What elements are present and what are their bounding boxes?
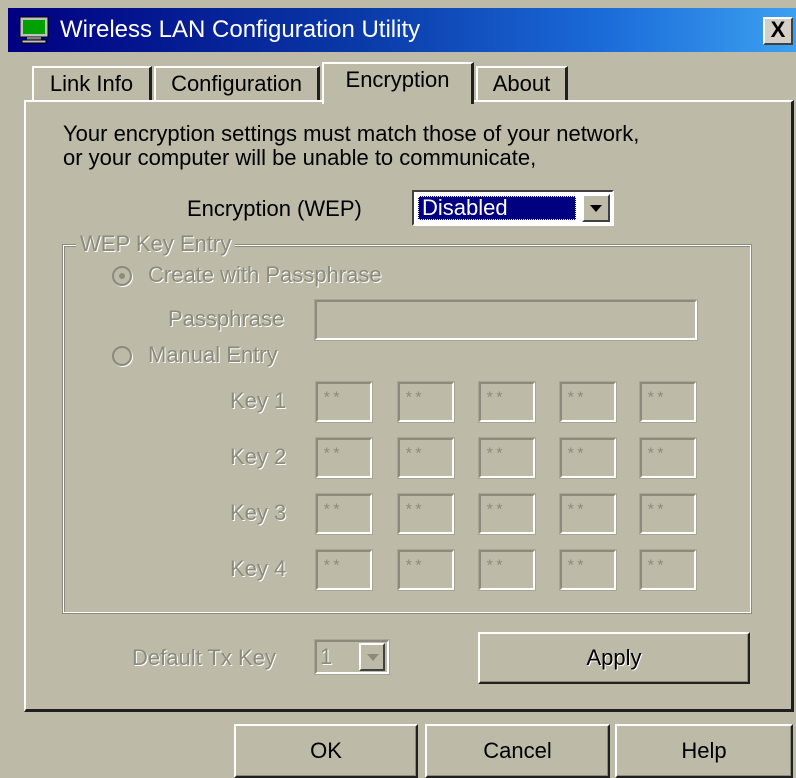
chevron-down-icon: [367, 654, 379, 661]
encryption-description-line1: Your encryption settings must match thos…: [63, 121, 640, 146]
key-field-value: **: [322, 446, 342, 464]
key-field[interactable]: **: [639, 549, 697, 591]
key-field[interactable]: **: [559, 549, 617, 591]
encryption-wep-label: Encryption (WEP): [187, 196, 362, 221]
manual-entry-label: Manual Entry: [148, 342, 278, 367]
key-label: Key 4: [230, 556, 287, 581]
default-tx-key-value: 1: [320, 644, 333, 669]
key-field-value: **: [485, 558, 505, 576]
key-field[interactable]: **: [478, 381, 536, 423]
key-field[interactable]: **: [315, 381, 373, 423]
key-field-value: **: [566, 390, 586, 408]
key-field-value: **: [646, 390, 666, 408]
encryption-wep-select[interactable]: Disabled: [412, 190, 614, 226]
key-field-value: **: [404, 446, 424, 464]
key-field[interactable]: **: [559, 381, 617, 423]
tab-encryption[interactable]: Encryption: [322, 62, 474, 104]
key-label: Key 1: [230, 388, 287, 413]
key-field[interactable]: **: [559, 493, 617, 535]
wep-key-entry-label: WEP Key Entry: [76, 232, 236, 256]
encryption-description-line2: or your computer will be unable to commu…: [63, 145, 537, 170]
tab-link-info[interactable]: Link Info: [32, 66, 152, 102]
key-label: Key 3: [230, 500, 287, 525]
key-field[interactable]: **: [639, 493, 697, 535]
encryption-wep-dropdown-button[interactable]: [582, 194, 610, 222]
create-with-passphrase-radio[interactable]: [112, 266, 132, 286]
key-field-value: **: [322, 390, 342, 408]
close-icon[interactable]: X: [763, 17, 793, 45]
chevron-down-icon: [590, 205, 602, 212]
title-bar[interactable]: Wireless LAN Configuration Utility X: [8, 8, 796, 52]
key-field[interactable]: **: [397, 437, 455, 479]
default-tx-key-select[interactable]: 1: [314, 639, 390, 675]
key-field-value: **: [322, 558, 342, 576]
create-with-passphrase-label: Create with Passphrase: [148, 262, 382, 287]
key-field-value: **: [566, 446, 586, 464]
tab-configuration[interactable]: Configuration: [154, 66, 320, 102]
apply-button[interactable]: Apply: [478, 632, 750, 684]
key-field-value: **: [566, 502, 586, 520]
key-field-value: **: [566, 558, 586, 576]
default-tx-key-dropdown-button[interactable]: [359, 643, 385, 671]
key-field-value: **: [404, 558, 424, 576]
key-field[interactable]: **: [315, 493, 373, 535]
key-field-value: **: [404, 502, 424, 520]
key-field[interactable]: **: [559, 437, 617, 479]
encryption-wep-value: Disabled: [418, 196, 576, 220]
key-field-value: **: [322, 502, 342, 520]
monitor-icon: [18, 16, 50, 44]
cancel-button[interactable]: Cancel: [425, 724, 610, 778]
key-field[interactable]: **: [639, 381, 697, 423]
key-field[interactable]: **: [315, 549, 373, 591]
ok-button[interactable]: OK: [234, 724, 418, 778]
key-field[interactable]: **: [397, 381, 455, 423]
key-field-value: **: [485, 446, 505, 464]
key-label: Key 2: [230, 444, 287, 469]
key-field[interactable]: **: [397, 549, 455, 591]
default-tx-key-label: Default Tx Key: [132, 645, 276, 670]
key-field[interactable]: **: [478, 549, 536, 591]
key-field[interactable]: **: [315, 437, 373, 479]
passphrase-input[interactable]: [314, 299, 698, 341]
tab-about[interactable]: About: [476, 66, 568, 102]
key-field-value: **: [646, 502, 666, 520]
manual-entry-radio[interactable]: [112, 346, 132, 366]
key-field-value: **: [404, 390, 424, 408]
passphrase-label: Passphrase: [168, 306, 285, 331]
key-field-value: **: [485, 502, 505, 520]
radio-selected-dot: [119, 273, 125, 279]
key-field-value: **: [485, 390, 505, 408]
key-field-value: **: [646, 558, 666, 576]
window-title: Wireless LAN Configuration Utility: [60, 16, 421, 43]
key-field[interactable]: **: [639, 437, 697, 479]
key-field[interactable]: **: [478, 493, 536, 535]
key-field-value: **: [646, 446, 666, 464]
help-button[interactable]: Help: [615, 724, 793, 778]
key-field[interactable]: **: [478, 437, 536, 479]
key-field[interactable]: **: [397, 493, 455, 535]
